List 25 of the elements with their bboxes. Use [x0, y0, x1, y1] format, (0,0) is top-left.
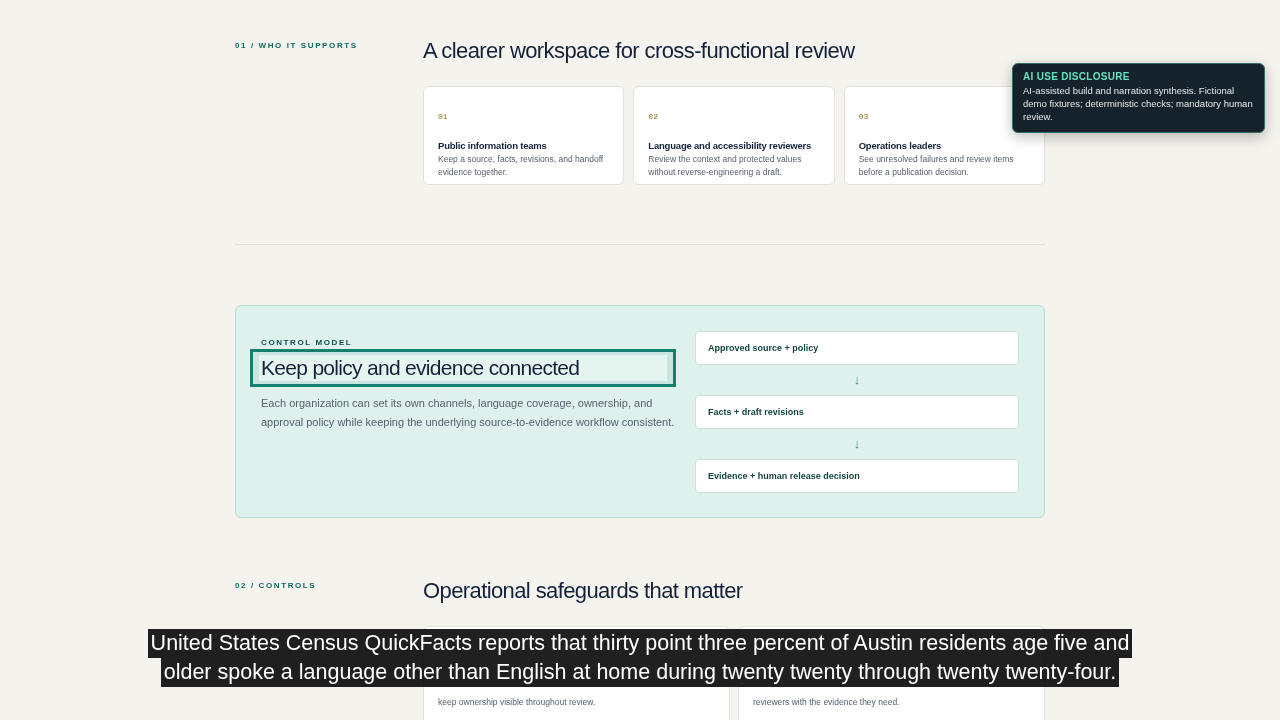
card-number: 02: [648, 112, 658, 121]
card-title: Operations leaders: [858, 140, 943, 151]
arrow-glyph: ↓: [853, 371, 861, 389]
panel-heading: Keep policy and evidence connected: [259, 355, 667, 381]
card-number: 03: [858, 112, 869, 121]
arrow-glyph: ↓: [853, 435, 861, 453]
flow-step: Evidence + human release decision: [695, 459, 1019, 493]
section-heading: A clearer workspace for cross-functional review: [423, 38, 855, 64]
section-label: 02 / CONTROLS: [235, 581, 317, 590]
panel-label: CONTROL MODEL: [261, 338, 353, 347]
card-title: Public information teams: [438, 140, 548, 151]
section-heading: Operational safeguards that matter: [423, 578, 743, 604]
section-label: 01 / WHO IT SUPPORTS: [235, 41, 358, 50]
card-number: 01: [438, 112, 448, 121]
card-text: keep ownership visible throughout review.: [438, 697, 596, 707]
panel-text: Each organization can set its own channels, language coverage, ownership, and approval policy while keeping the underlying source-to-evidence workflow consistent.: [261, 396, 676, 430]
card-text: reviewers with the evidence they need.: [753, 697, 900, 707]
tooltip-text: AI-assisted build and narration synthesis. Fictional demo fixtures; deterministic checks; mandatory human review.: [1023, 84, 1254, 123]
flow-step: Approved source + policy: [695, 331, 1019, 365]
card-text: See unresolved failures and review items before a publication decision.: [858, 153, 1015, 179]
card-text: Review the context and protected values without reverse-engineering a draft.: [648, 153, 803, 179]
flow-step: Facts + draft revisions: [695, 395, 1019, 429]
tooltip-title: AI USE DISCLOSURE: [1023, 71, 1131, 82]
card-text: Keep a source, facts, revisions, and handoff evidence together.: [438, 153, 605, 179]
card-title: Language and accessibility reviewers: [648, 140, 813, 151]
